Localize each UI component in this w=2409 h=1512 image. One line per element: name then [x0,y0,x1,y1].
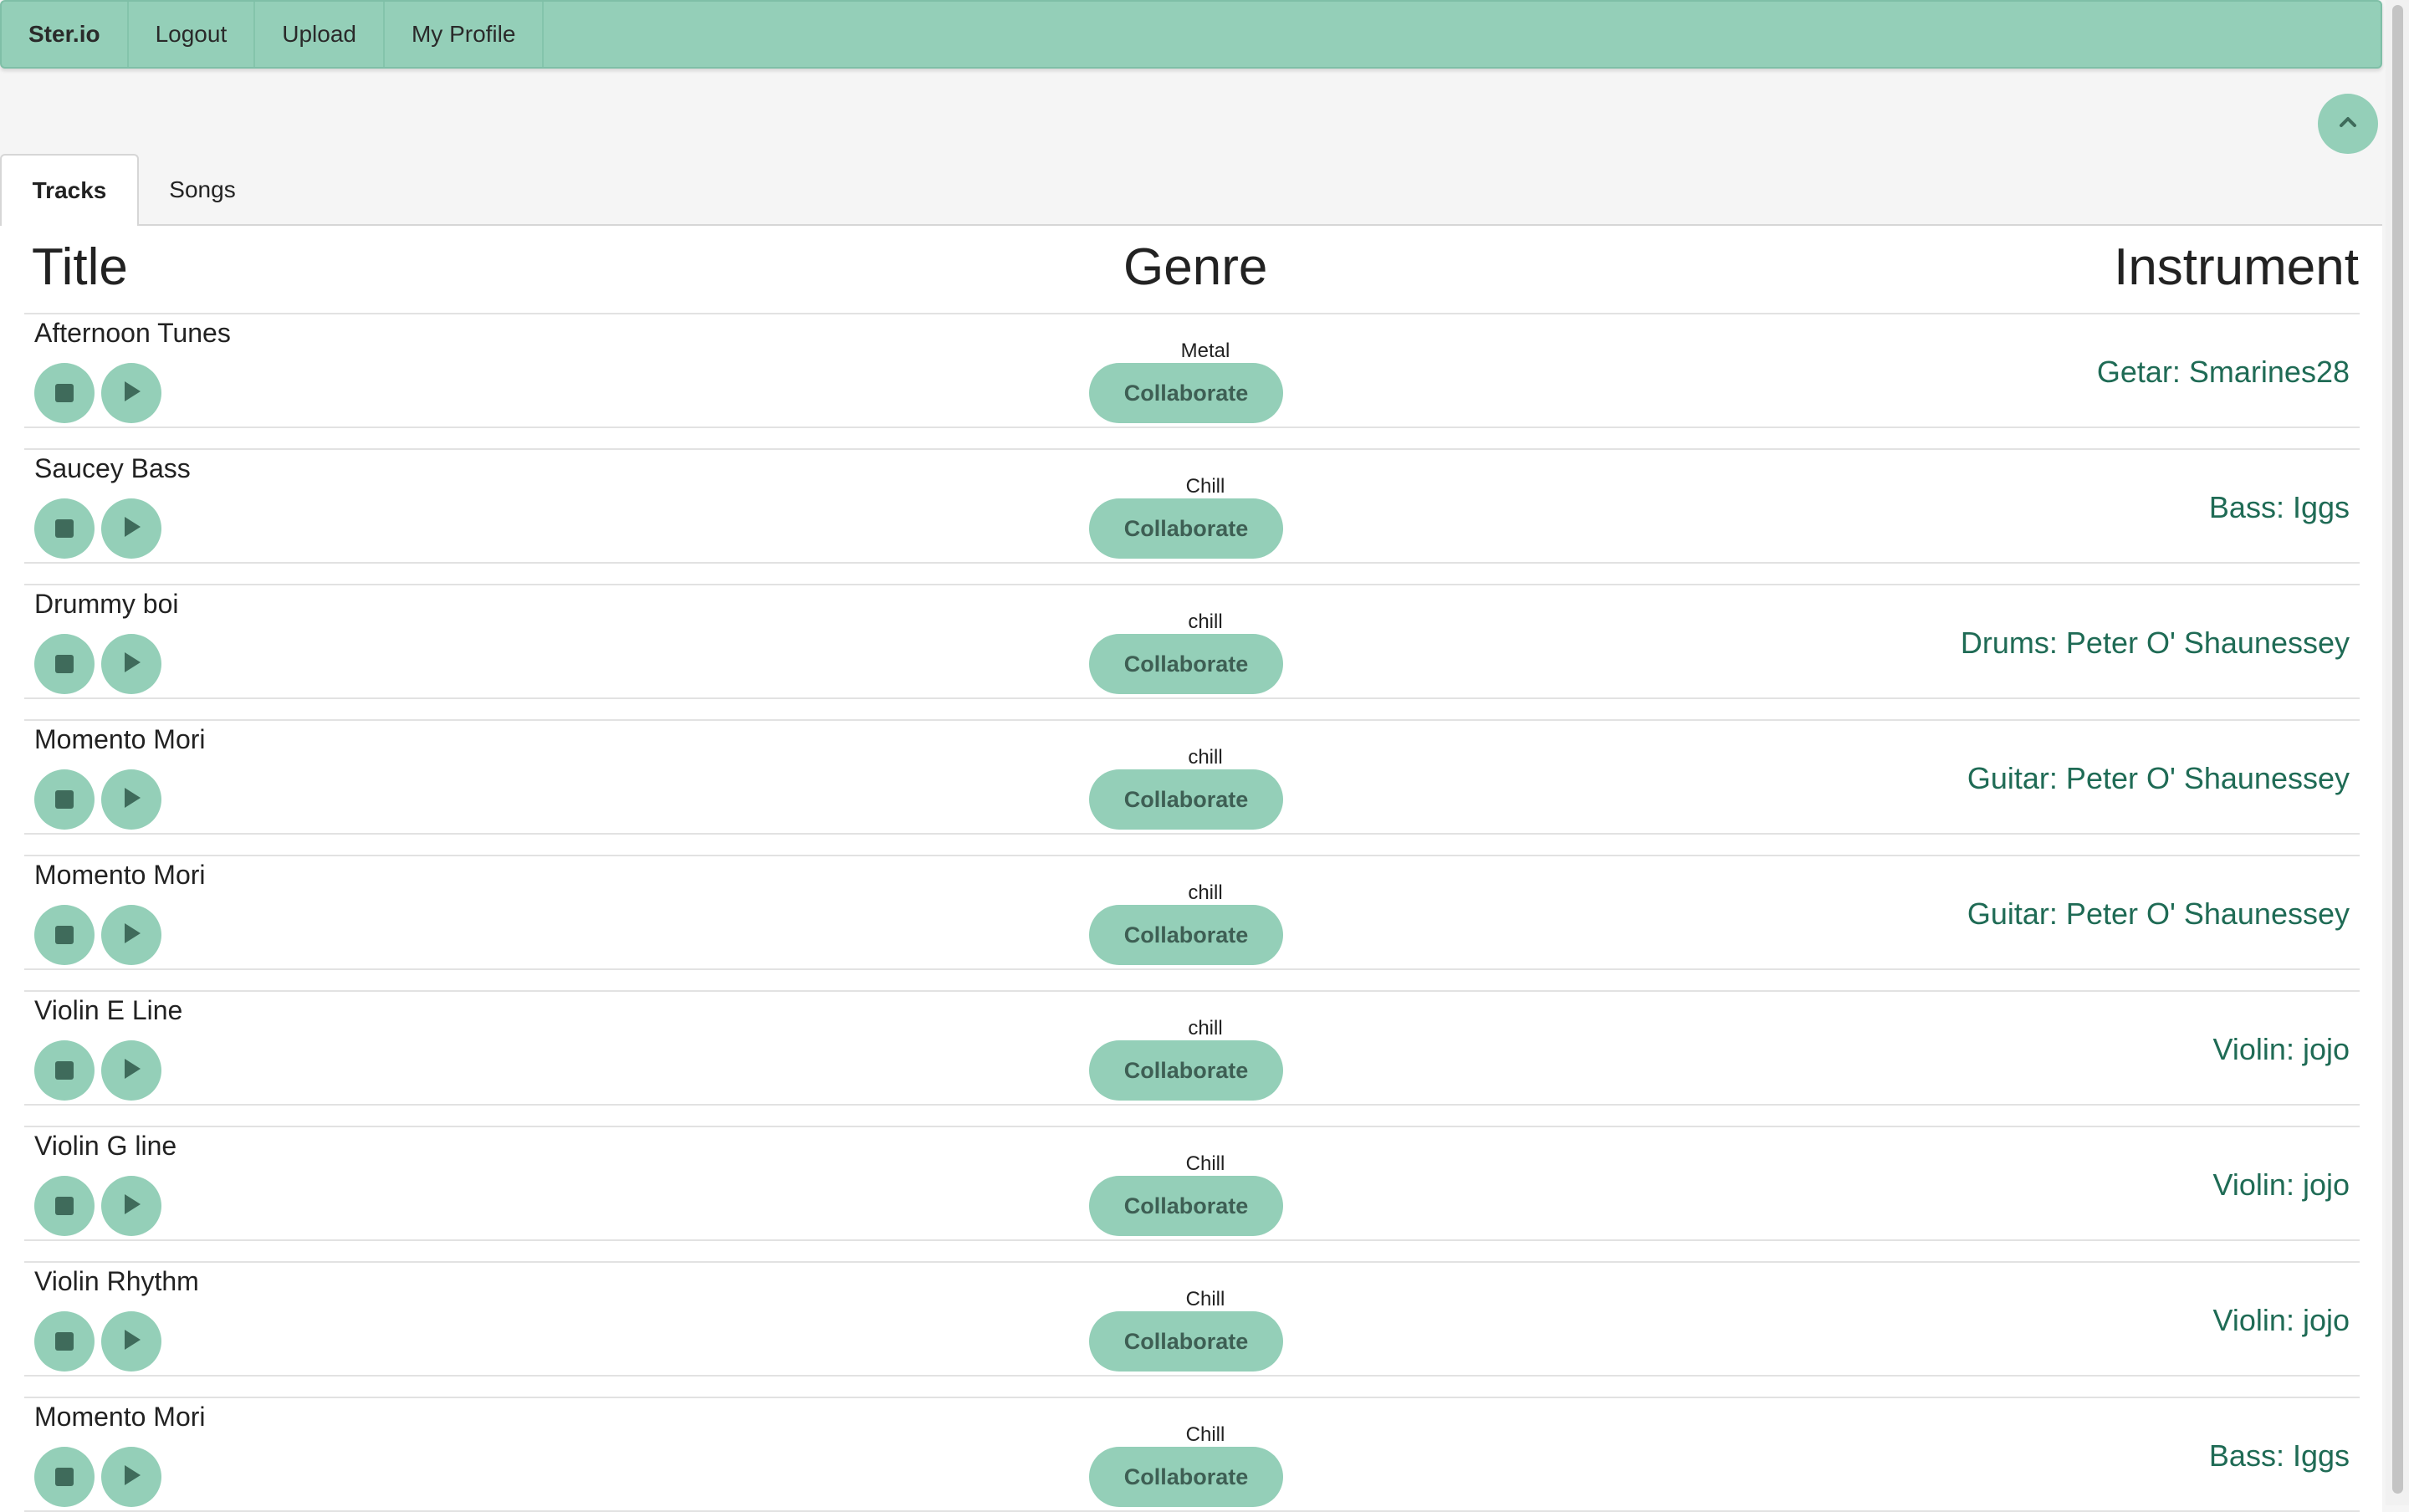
scroll-top-button[interactable] [2318,94,2378,154]
track-title: Violin Rhythm [34,1266,199,1296]
track-row: Momento Mori Chill Collaborate Bass: Igg… [24,1397,2360,1512]
tab-songs[interactable]: Songs [139,154,266,226]
track-title: Saucey Bass [34,453,191,483]
play-icon [120,1057,142,1085]
play-icon [120,1328,142,1356]
stop-icon [55,790,74,809]
stop-button[interactable] [34,1447,95,1507]
instrument-link[interactable]: Bass: Iggs [2209,490,2350,525]
stop-button[interactable] [34,769,95,830]
chevron-up-icon [2339,116,2357,132]
track-row: Drummy boi chill Collaborate Drums: Pete… [24,584,2360,699]
instrument-link[interactable]: Violin: jojo [2213,1303,2350,1338]
instrument-link[interactable]: Drums: Peter O' Shaunessey [1961,626,2350,661]
stop-button[interactable] [34,905,95,965]
collaborate-button[interactable]: Collaborate [1089,363,1283,423]
stop-icon [55,1061,74,1080]
collaborate-button[interactable]: Collaborate [1089,1447,1283,1507]
play-icon [120,1193,142,1220]
stop-button[interactable] [34,498,95,559]
my-profile-link[interactable]: My Profile [385,2,545,67]
stop-icon [55,384,74,402]
genre-label: Chill [1185,1152,1225,1175]
play-button[interactable] [101,769,161,830]
vertical-scrollbar[interactable] [2386,0,2409,1505]
stop-icon [55,519,74,538]
logout-link[interactable]: Logout [129,2,256,67]
stop-button[interactable] [34,363,95,423]
play-icon [120,786,142,814]
stop-icon [55,1332,74,1351]
instrument-link[interactable]: Bass: Iggs [2209,1438,2350,1474]
play-button[interactable] [101,1040,161,1101]
collaborate-button[interactable]: Collaborate [1089,634,1283,694]
track-title: Momento Mori [34,860,206,890]
column-header-genre: Genre [1123,238,1268,296]
collaborate-button[interactable]: Collaborate [1089,1040,1283,1101]
collaborate-button[interactable]: Collaborate [1089,769,1283,830]
genre-label: chill [1188,746,1223,769]
brand-link[interactable]: Ster.io [2,2,129,67]
collaborate-button[interactable]: Collaborate [1089,1311,1283,1372]
upload-link[interactable]: Upload [255,2,385,67]
instrument-link[interactable]: Getar: Smarines28 [2097,355,2350,390]
play-icon [120,515,142,543]
stop-icon [55,655,74,673]
stop-button[interactable] [34,1040,95,1101]
play-icon [120,380,142,407]
stop-icon [55,1468,74,1486]
play-button[interactable] [101,1176,161,1236]
genre-label: Chill [1185,1288,1225,1310]
scrollbar-thumb[interactable] [2392,5,2403,1494]
track-title: Momento Mori [34,1402,206,1432]
track-row: Momento Mori chill Collaborate Guitar: P… [24,719,2360,835]
play-icon [120,651,142,678]
column-header-title: Title [32,238,128,296]
track-row: Afternoon Tunes Metal Collaborate Getar:… [24,313,2360,428]
column-header-instrument: Instrument [2114,238,2359,296]
play-button[interactable] [101,1447,161,1507]
track-title: Violin E Line [34,995,183,1025]
play-button[interactable] [101,363,161,423]
tracks-panel: Title Genre Instrument Afternoon Tunes M… [0,224,2382,1512]
genre-label: chill [1188,610,1223,633]
stop-button[interactable] [34,1311,95,1372]
genre-label: chill [1188,881,1223,904]
tab-tracks[interactable]: Tracks [0,154,139,226]
play-icon [120,922,142,949]
track-title: Violin G line [34,1131,177,1161]
track-title: Momento Mori [34,724,206,754]
track-row: Saucey Bass Chill Collaborate Bass: Iggs [24,448,2360,564]
collaborate-button[interactable]: Collaborate [1089,1176,1283,1236]
stop-button[interactable] [34,1176,95,1236]
play-button[interactable] [101,498,161,559]
instrument-link[interactable]: Guitar: Peter O' Shaunessey [1967,761,2350,796]
play-icon [120,1463,142,1491]
play-button[interactable] [101,1311,161,1372]
play-button[interactable] [101,905,161,965]
track-row: Violin G line Chill Collaborate Violin: … [24,1126,2360,1241]
genre-label: Chill [1185,475,1225,498]
stop-button[interactable] [34,634,95,694]
tab-bar: Tracks Songs [0,154,266,226]
stop-icon [55,926,74,944]
track-row: Violin Rhythm Chill Collaborate Violin: … [24,1261,2360,1377]
instrument-link[interactable]: Violin: jojo [2213,1167,2350,1203]
genre-label: chill [1188,1017,1223,1040]
collaborate-button[interactable]: Collaborate [1089,905,1283,965]
play-button[interactable] [101,634,161,694]
track-row: Violin E Line chill Collaborate Violin: … [24,990,2360,1106]
track-title: Drummy boi [34,589,179,619]
top-navbar: Ster.io Logout Upload My Profile [0,0,2382,69]
track-title: Afternoon Tunes [34,318,231,348]
instrument-link[interactable]: Guitar: Peter O' Shaunessey [1967,896,2350,932]
genre-label: Metal [1180,340,1230,362]
stop-icon [55,1197,74,1215]
instrument-link[interactable]: Violin: jojo [2213,1032,2350,1067]
track-row: Momento Mori chill Collaborate Guitar: P… [24,855,2360,970]
collaborate-button[interactable]: Collaborate [1089,498,1283,559]
genre-label: Chill [1185,1423,1225,1446]
